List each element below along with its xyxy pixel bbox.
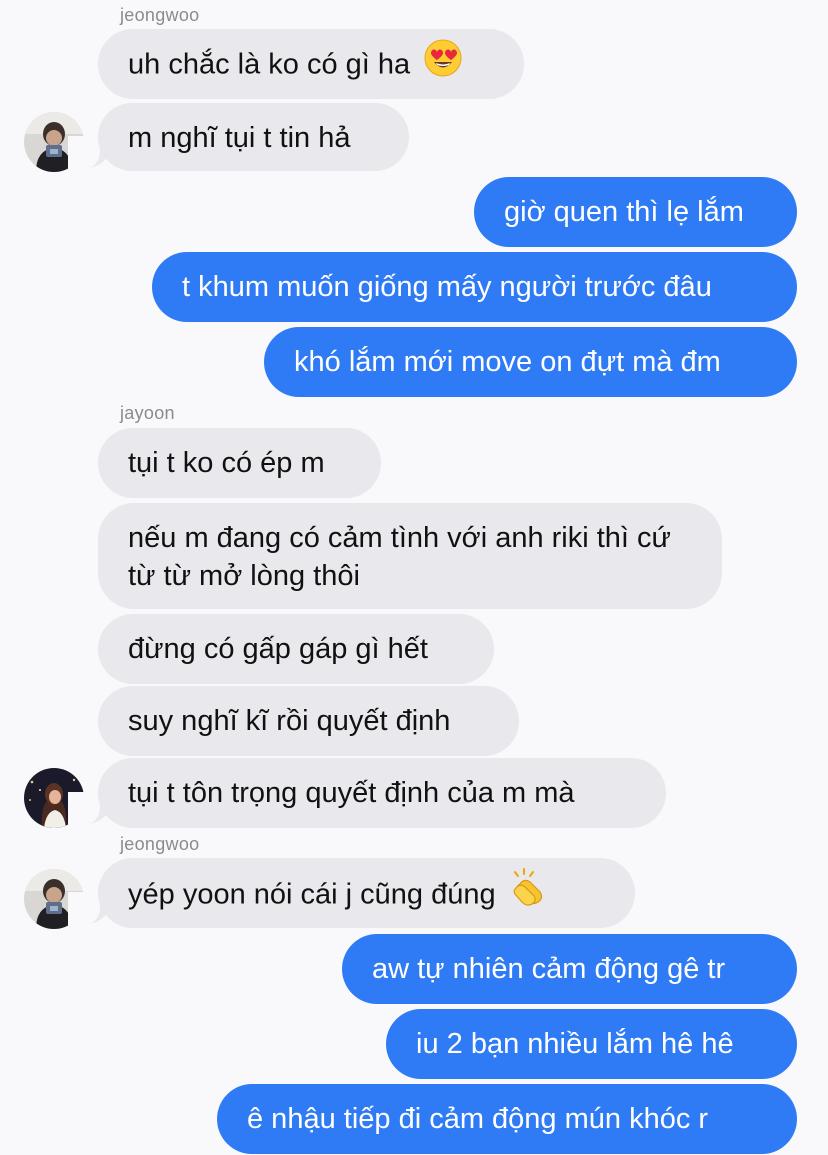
message-bubble-outgoing[interactable]: aw tự nhiên cảm động gê tr: [342, 934, 797, 1004]
message-text: nếu m đang có cảm tình với anh riki thì …: [128, 522, 671, 592]
clapping-hands-emoji: [510, 868, 550, 918]
sender-name-jeongwoo: jeongwoo: [120, 834, 200, 854]
message-text: aw tự nhiên cảm động gê tr: [372, 953, 726, 985]
sender-name-jeongwoo: jeongwoo: [120, 5, 200, 25]
message-bubble-incoming[interactable]: nếu m đang có cảm tình với anh riki thì …: [98, 503, 722, 609]
message-text: iu 2 bạn nhiều lắm hê hê: [416, 1028, 734, 1060]
message-text: uh chắc là ko có gì ha: [128, 48, 411, 81]
message-text: khó lắm mới move on đựt mà đm: [294, 346, 721, 378]
message-text: t khum muốn giống mấy người trước đâu: [182, 271, 712, 303]
message-bubble-incoming[interactable]: m nghĩ tụi t tin hả: [98, 103, 409, 171]
message-text: ê nhậu tiếp đi cảm động mún khóc r: [247, 1103, 709, 1135]
sender-name-jayoon: jayoon: [120, 403, 175, 423]
message-text: đừng có gấp gáp gì hết: [128, 633, 428, 665]
message-bubble-incoming[interactable]: yép yoon nói cái j cũng đúng: [98, 858, 635, 928]
message-bubble-outgoing[interactable]: t khum muốn giống mấy người trước đâu: [152, 252, 797, 322]
message-bubble-outgoing[interactable]: giờ quen thì lẹ lắm: [474, 177, 797, 247]
message-bubble-incoming[interactable]: suy nghĩ kĩ rồi quyết định: [98, 686, 519, 756]
message-text: yép yoon nói cái j cũng đúng: [128, 878, 496, 911]
message-bubble-incoming[interactable]: tụi t ko có ép m: [98, 428, 381, 498]
message-bubble-outgoing[interactable]: khó lắm mới move on đựt mà đm: [264, 327, 797, 397]
message-bubble-incoming[interactable]: tụi t tôn trọng quyết định của m mà: [98, 758, 666, 828]
message-text: suy nghĩ kĩ rồi quyết định: [128, 705, 451, 737]
message-text: giờ quen thì lẹ lắm: [504, 196, 744, 228]
message-text: tụi t tôn trọng quyết định của m mà: [128, 777, 575, 809]
message-bubble-outgoing[interactable]: iu 2 bạn nhiều lắm hê hê: [386, 1009, 797, 1079]
heart-eyes-emoji: [424, 39, 462, 87]
message-text: m nghĩ tụi t tin hả: [128, 122, 351, 154]
message-bubble-outgoing[interactable]: ê nhậu tiếp đi cảm động mún khóc r: [217, 1084, 797, 1154]
message-bubble-incoming[interactable]: đừng có gấp gáp gì hết: [98, 614, 494, 684]
message-bubble-incoming[interactable]: uh chắc là ko có gì ha: [98, 29, 524, 99]
message-text: tụi t ko có ép m: [128, 447, 325, 479]
